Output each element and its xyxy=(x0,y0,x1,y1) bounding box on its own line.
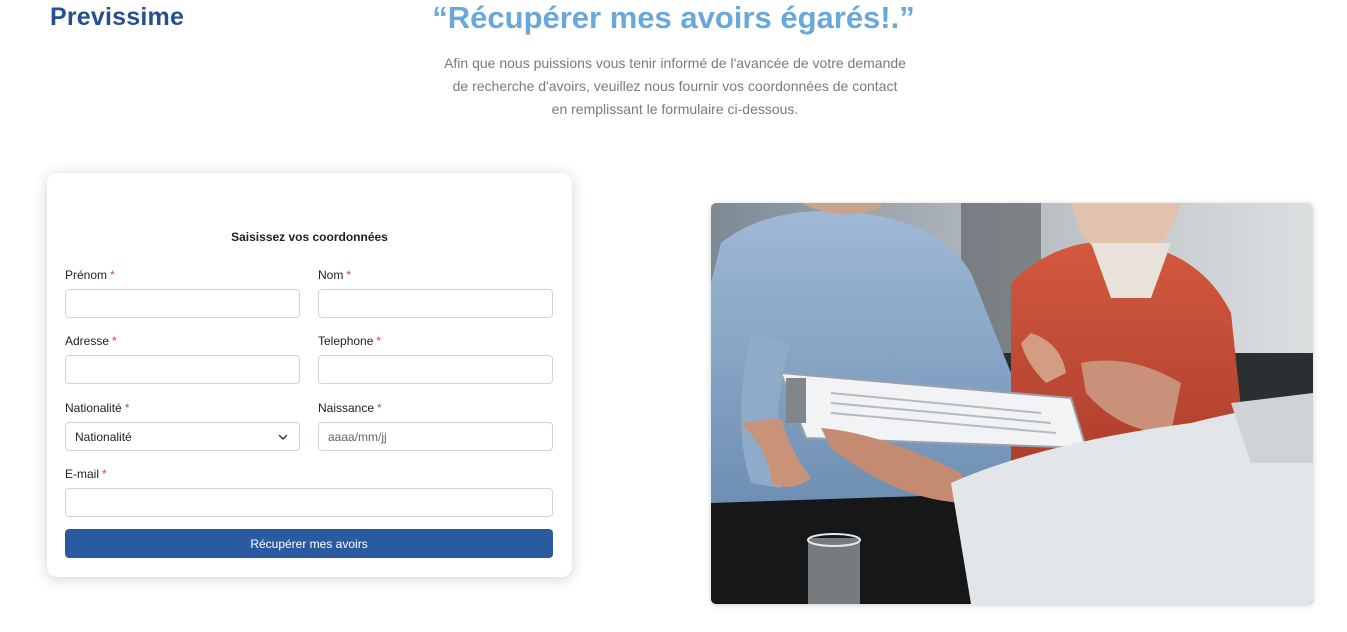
subtitle-line: de recherche d'avoirs, veuillez nous fou… xyxy=(452,78,898,94)
email-input[interactable] xyxy=(65,488,553,517)
prenom-input[interactable] xyxy=(65,289,300,318)
nationalite-select[interactable]: Nationalité xyxy=(65,422,300,451)
chevron-down-icon xyxy=(278,434,288,440)
submit-button[interactable]: Récupérer mes avoirs xyxy=(65,529,553,558)
naissance-date-input[interactable]: aaaa/mm/jj xyxy=(318,422,553,451)
form-title: Saisissez vos coordonnées xyxy=(231,230,388,244)
email-label: E-mail * xyxy=(65,467,107,481)
subtitle-line: en remplissant le formulaire ci-dessous. xyxy=(551,101,799,117)
subtitle-line: Afin que nous puissions vous tenir infor… xyxy=(444,55,906,71)
required-mark: * xyxy=(110,268,115,282)
telephone-input[interactable] xyxy=(318,355,553,384)
required-mark: * xyxy=(102,467,107,481)
telephone-label: Telephone * xyxy=(318,334,382,348)
prenom-label: Prénom * xyxy=(65,268,115,282)
nationalite-label: Nationalité * xyxy=(65,401,130,415)
required-mark: * xyxy=(377,401,382,415)
adresse-label: Adresse * xyxy=(65,334,117,348)
naissance-label: Naissance * xyxy=(318,401,382,415)
meeting-photo xyxy=(711,203,1313,604)
adresse-input[interactable] xyxy=(65,355,300,384)
nom-label: Nom * xyxy=(318,268,352,282)
nationalite-selected-value: Nationalité xyxy=(75,429,132,444)
required-mark: * xyxy=(346,268,352,282)
contact-form-card: Saisissez vos coordonnées Prénom * Nom * A… xyxy=(47,173,572,577)
required-mark: * xyxy=(124,401,130,415)
required-mark: * xyxy=(112,334,117,348)
meeting-photo-illustration xyxy=(711,203,1313,604)
nom-input[interactable] xyxy=(318,289,553,318)
page-subtitle: Afin que nous puissions vous tenir infor… xyxy=(430,52,920,121)
required-mark: * xyxy=(376,334,382,348)
page-title: “Récupérer mes avoirs égarés!.” xyxy=(432,0,915,35)
